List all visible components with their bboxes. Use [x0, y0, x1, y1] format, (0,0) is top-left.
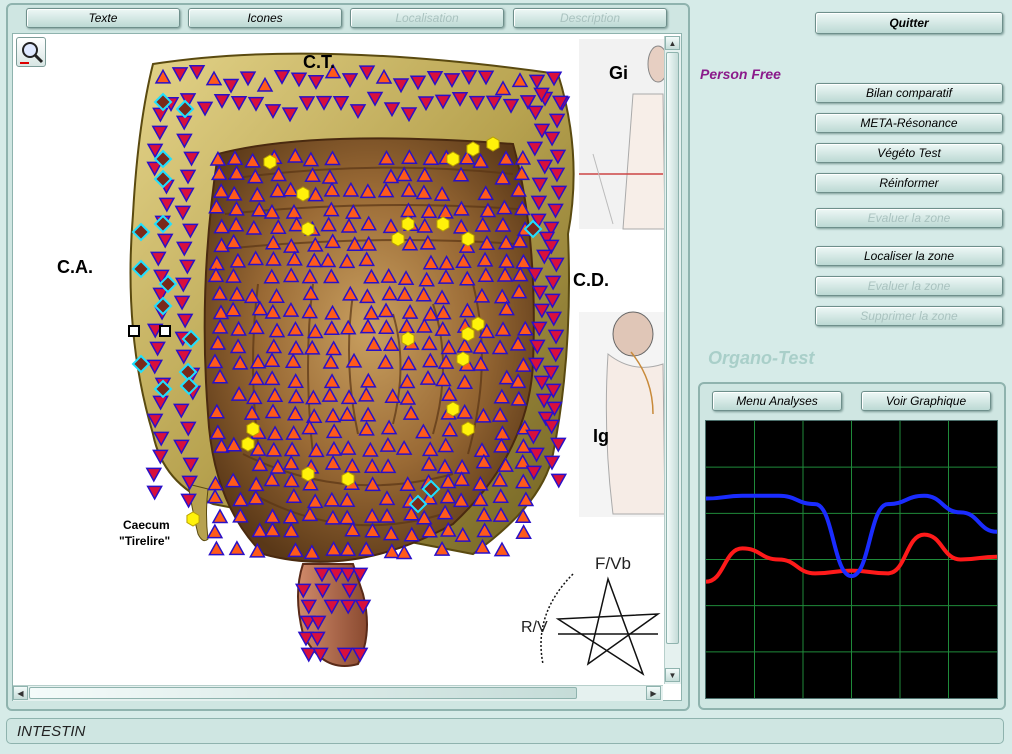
triangle-down-marker — [145, 467, 163, 483]
hexagon-marker — [461, 231, 475, 247]
label-cd: C.D. — [573, 270, 609, 290]
label-ca: C.A. — [57, 257, 93, 277]
scroll-up-icon[interactable]: ▲ — [665, 36, 680, 50]
hexagon-marker — [241, 436, 255, 452]
hexagon-marker — [456, 351, 470, 367]
vertical-scrollbar[interactable]: ▲ ▼ — [664, 36, 681, 684]
localiser-zone-button[interactable]: Localiser la zone — [815, 246, 1003, 266]
quit-button[interactable]: Quitter — [815, 12, 1003, 34]
triangle-up-marker — [493, 541, 511, 557]
voir-graphique-button[interactable]: Voir Graphique — [861, 391, 991, 411]
hexagon-marker — [466, 141, 480, 157]
intestine-viewer[interactable]: F/Vb R/V C.T. C.A. C.D. Gi Ig Caecum "Ti… — [12, 33, 682, 701]
hexagon-marker — [446, 151, 460, 167]
evaluer-zone-button-2[interactable]: Evaluer la zone — [815, 276, 1003, 296]
supprimer-zone-button[interactable]: Supprimer la zone — [815, 306, 1003, 326]
label-ct: C.T. — [303, 52, 335, 72]
evaluer-zone-button-1[interactable]: Evaluer la zone — [815, 208, 1003, 228]
triangle-up-marker — [206, 523, 224, 539]
status-bar: INTESTIN — [6, 718, 1004, 744]
label-caecum-tirelire: "Tirelire" — [119, 534, 170, 548]
triangle-up-marker — [515, 524, 532, 540]
hexagon-marker — [486, 136, 500, 152]
organo-test-title: Organo-Test — [708, 348, 815, 368]
status-text: INTESTIN — [17, 722, 86, 740]
horizontal-scrollbar[interactable]: ◀ ▶ — [13, 685, 663, 701]
hexagon-marker — [263, 154, 277, 170]
hexagon-marker — [301, 466, 315, 482]
analysis-graph-svg — [705, 421, 998, 698]
hexagon-marker — [471, 316, 485, 332]
hexagon-marker — [401, 216, 415, 232]
meridian-figure-ig — [579, 311, 665, 517]
label-gi: Gi — [609, 63, 628, 83]
hexagon-marker — [461, 326, 475, 342]
square-marker — [128, 325, 140, 337]
zoom-button[interactable] — [16, 37, 46, 67]
hexagon-marker — [436, 216, 450, 232]
meta-resonance-button[interactable]: META-Résonance — [815, 113, 1003, 133]
triangle-up-marker — [208, 540, 225, 556]
person-name: Person Free — [700, 66, 781, 82]
tab-texte[interactable]: Texte — [26, 8, 180, 28]
intestine-diagram: F/Vb R/V C.T. C.A. C.D. Gi Ig Caecum "Ti… — [57, 39, 665, 676]
scroll-down-icon[interactable]: ▼ — [665, 668, 680, 682]
label-caecum: Caecum — [123, 518, 170, 532]
hexagon-marker — [461, 421, 475, 437]
hexagon-marker — [401, 331, 415, 347]
triangle-up-marker — [211, 508, 229, 524]
triangle-down-marker — [146, 485, 163, 501]
bilan-comparatif-button[interactable]: Bilan comparatif — [815, 83, 1003, 103]
vegeto-test-button[interactable]: Végéto Test — [815, 143, 1003, 163]
five-elements-diagram — [540, 573, 661, 676]
menu-analyses-button[interactable]: Menu Analyses — [712, 391, 842, 411]
pentagram-label-rv: R/V — [521, 619, 548, 636]
scroll-left-icon[interactable]: ◀ — [13, 686, 28, 700]
tab-localisation[interactable]: Localisation — [350, 8, 504, 28]
hexagon-marker — [446, 401, 460, 417]
label-ig: Ig — [593, 426, 609, 446]
tab-icones[interactable]: Icones — [188, 8, 342, 28]
hexagon-marker — [301, 221, 315, 237]
hexagon-marker — [246, 421, 260, 437]
hexagon-marker — [296, 186, 310, 202]
pentagram-label-fvb: F/Vb — [595, 554, 631, 573]
triangle-up-marker — [228, 540, 246, 556]
horizontal-scroll-thumb[interactable] — [29, 687, 577, 699]
scroll-right-icon[interactable]: ▶ — [646, 686, 661, 700]
hexagon-marker — [391, 231, 405, 247]
caecum-appendix — [187, 483, 209, 542]
triangle-down-marker — [550, 473, 568, 489]
reinformer-button[interactable]: Réinformer — [815, 173, 1003, 193]
tab-description[interactable]: Description — [513, 8, 667, 28]
hexagon-marker — [186, 511, 200, 527]
square-marker — [159, 325, 171, 337]
hexagon-marker — [341, 471, 355, 487]
analysis-graph — [705, 420, 998, 699]
vertical-scroll-thumb[interactable] — [666, 52, 679, 644]
magnifier-icon — [20, 42, 44, 64]
